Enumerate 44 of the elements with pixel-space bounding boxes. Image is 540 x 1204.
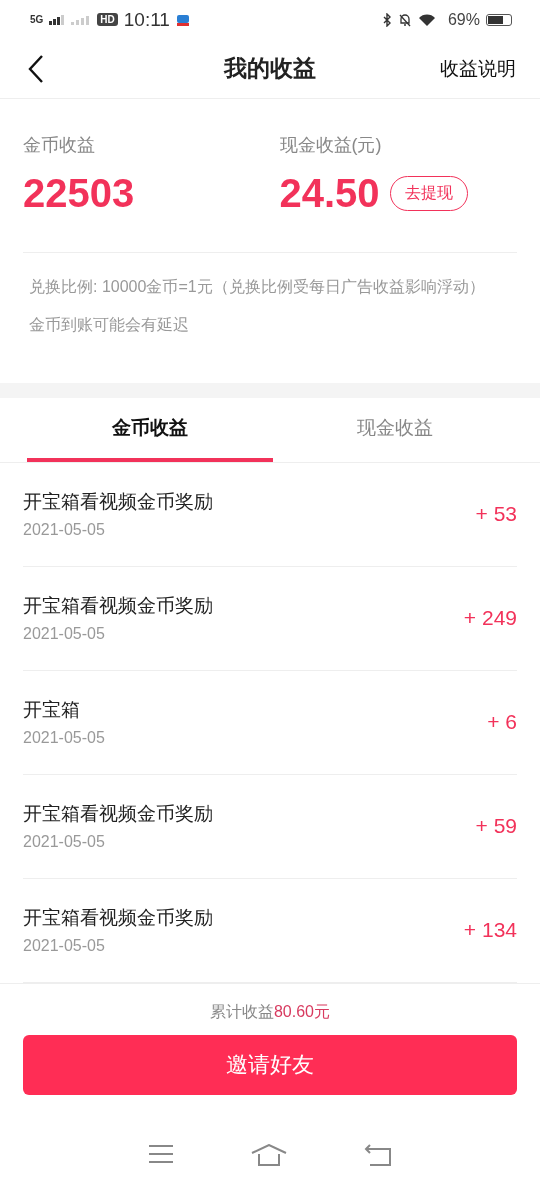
wifi-icon bbox=[417, 12, 436, 27]
record-amount: + 6 bbox=[487, 710, 517, 735]
back-icon[interactable] bbox=[28, 53, 44, 84]
record-date: 2021-05-05 bbox=[23, 833, 106, 852]
battery-icon bbox=[486, 13, 512, 26]
record-amount: + 249 bbox=[463, 606, 517, 631]
menu-icon[interactable] bbox=[148, 1144, 175, 1164]
earnings-value: 22503 bbox=[23, 170, 135, 216]
total-value: 80.60元 bbox=[273, 1002, 330, 1020]
record-date: 2021-05-05 bbox=[23, 625, 106, 644]
clock-time: 10:11 bbox=[123, 8, 170, 31]
tab[interactable]: 金币收益 bbox=[27, 397, 273, 462]
app-notification-icon bbox=[175, 12, 190, 27]
earnings-value: 24.50 bbox=[279, 170, 380, 216]
network-label: 5G bbox=[30, 14, 44, 26]
record-title: 开宝箱看视频金币奖励 bbox=[23, 594, 213, 619]
record-date: 2021-05-05 bbox=[23, 937, 106, 956]
signal-icon bbox=[71, 14, 92, 25]
record-amount: + 53 bbox=[475, 502, 517, 527]
record-amount: + 134 bbox=[463, 918, 517, 943]
record-title: 开宝箱看视频金币奖励 bbox=[23, 802, 213, 827]
record-title: 开宝箱看视频金币奖励 bbox=[23, 490, 213, 515]
page-title: 我的收益 bbox=[224, 54, 316, 84]
battery-percent: 69% bbox=[447, 10, 480, 29]
bluetooth-icon bbox=[381, 12, 392, 27]
mute-bell-icon bbox=[397, 12, 412, 27]
note-text: 兑换比例: 10000金币=1元（兑换比例受每日广告收益影响浮动） bbox=[29, 276, 486, 297]
home-icon[interactable] bbox=[251, 1144, 287, 1166]
note-text: 金币到账可能会有延迟 bbox=[29, 314, 190, 335]
total-label: 累计收益 bbox=[209, 1002, 274, 1020]
back-nav-icon[interactable] bbox=[363, 1144, 392, 1166]
earnings-info-link[interactable]: 收益说明 bbox=[440, 55, 516, 82]
earnings-label: 金币收益 bbox=[23, 133, 95, 157]
record-title: 开宝箱看视频金币奖励 bbox=[23, 906, 213, 931]
hd-badge: HD bbox=[97, 13, 118, 27]
tab[interactable]: 现金收益 bbox=[272, 397, 518, 462]
signal-icon bbox=[49, 14, 66, 25]
record-date: 2021-05-05 bbox=[23, 729, 105, 748]
earnings-label: 现金收益(元) bbox=[279, 133, 382, 157]
invite-friends-button[interactable]: 邀请好友 bbox=[23, 1034, 517, 1095]
record-amount: + 59 bbox=[475, 814, 517, 839]
record-date: 2021-05-05 bbox=[23, 521, 106, 540]
record-title: 开宝箱 bbox=[23, 698, 81, 723]
withdraw-button[interactable]: 去提现 bbox=[389, 175, 468, 211]
